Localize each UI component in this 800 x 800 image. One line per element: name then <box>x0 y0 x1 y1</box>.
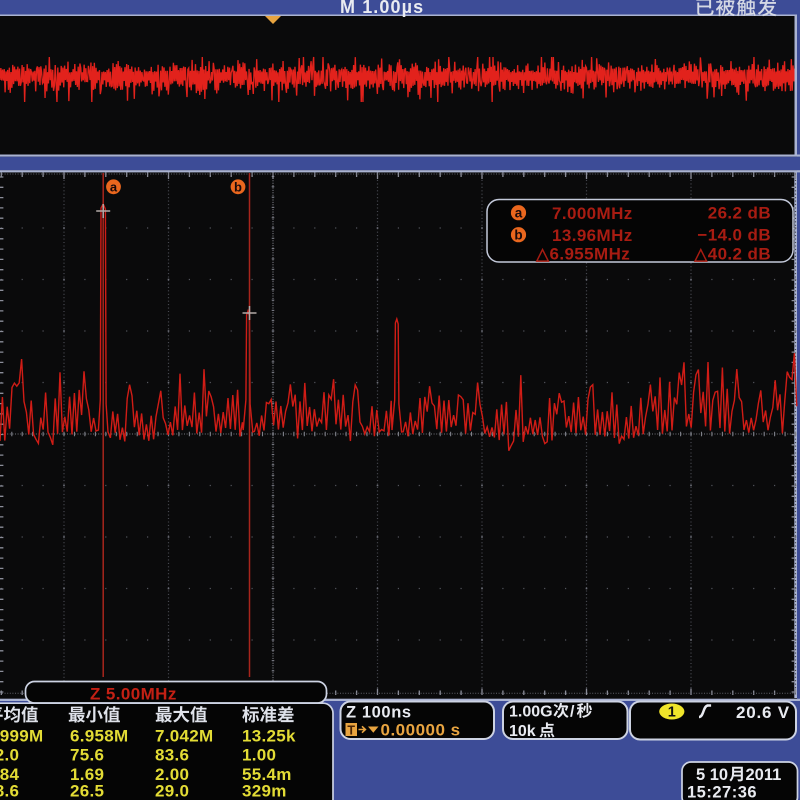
svg-text:10k: 10k <box>509 723 536 740</box>
svg-text:6.958M: 6.958M <box>70 727 129 746</box>
svg-text:26.5: 26.5 <box>70 782 104 800</box>
svg-text:Z 100ns: Z 100ns <box>346 704 412 722</box>
svg-text:b: b <box>514 228 522 243</box>
svg-text:26.2 dB: 26.2 dB <box>708 204 771 223</box>
svg-text:329m: 329m <box>242 782 287 800</box>
svg-text:82.0: 82.0 <box>0 746 19 765</box>
svg-text:/: / <box>570 704 575 721</box>
svg-text:13.25k: 13.25k <box>242 727 296 746</box>
svg-text:15:27:36: 15:27:36 <box>687 784 757 800</box>
svg-text:83.6: 83.6 <box>155 746 189 765</box>
svg-text:29.0: 29.0 <box>155 782 189 800</box>
svg-text:75.6: 75.6 <box>70 746 104 765</box>
svg-text:7.042M: 7.042M <box>155 727 214 746</box>
svg-text:1.00G: 1.00G <box>509 704 553 721</box>
svg-text:0.00000 s: 0.00000 s <box>381 721 461 740</box>
svg-text:1.00: 1.00 <box>242 746 276 765</box>
svg-text:2011: 2011 <box>746 766 782 784</box>
svg-text:7.000MHz: 7.000MHz <box>552 204 633 223</box>
svg-text:−14.0 dB: −14.0 dB <box>697 226 771 245</box>
svg-text:△6.955MHz: △6.955MHz <box>535 245 630 264</box>
svg-text:13.96MHz: 13.96MHz <box>552 226 633 245</box>
svg-text:a: a <box>110 179 118 194</box>
svg-text:5 10: 5 10 <box>696 766 728 784</box>
svg-text:b: b <box>234 179 242 194</box>
svg-text:6.999M: 6.999M <box>0 727 44 746</box>
svg-text:M 1.00µs: M 1.00µs <box>340 0 424 17</box>
svg-text:△40.2 dB: △40.2 dB <box>693 245 771 264</box>
svg-text:20.6 V: 20.6 V <box>736 703 790 722</box>
svg-text:1: 1 <box>668 705 676 721</box>
svg-text:T: T <box>347 724 355 738</box>
svg-text:a: a <box>515 206 523 221</box>
svg-text:Z 5.00MHz: Z 5.00MHz <box>90 685 177 704</box>
svg-text:28.6: 28.6 <box>0 782 19 800</box>
